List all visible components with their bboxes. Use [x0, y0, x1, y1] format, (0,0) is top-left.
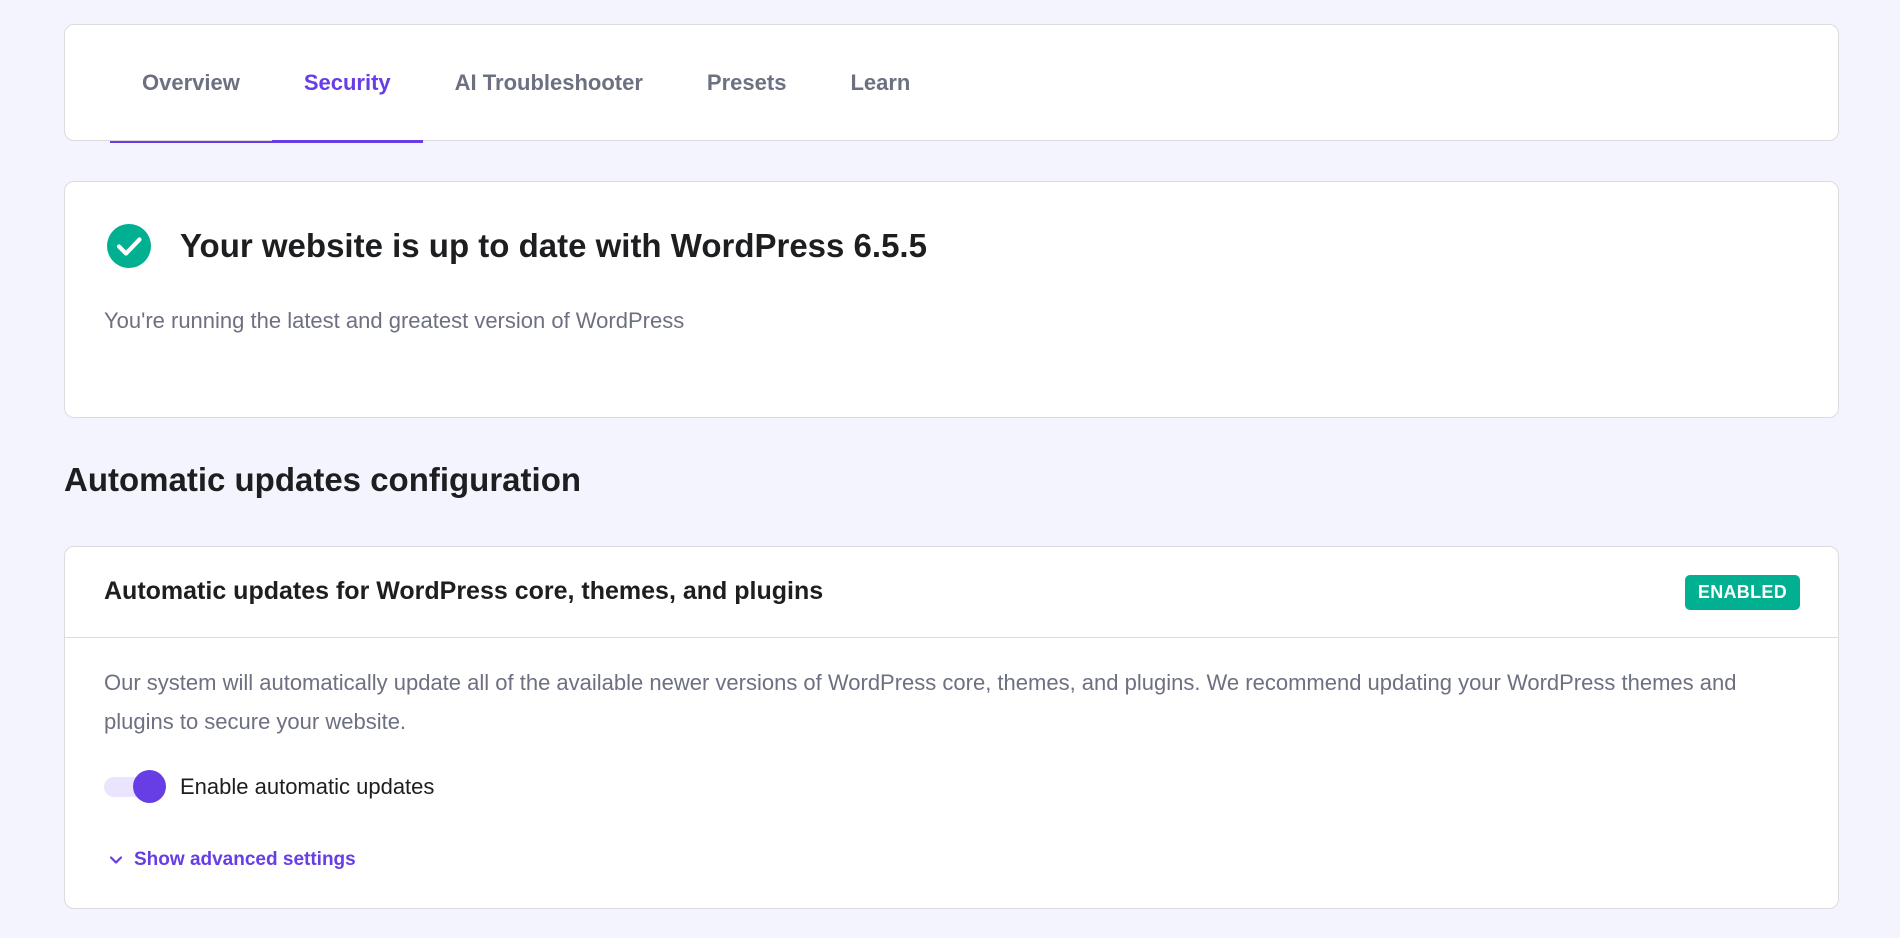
toggle-knob — [133, 770, 166, 803]
enable-automatic-updates-row[interactable]: Enable automatic updates — [104, 769, 434, 805]
tab-overview-label: Overview — [142, 69, 240, 95]
tab-presets-label: Presets — [706, 69, 787, 95]
automatic-updates-header: Automatic updates for WordPress core, th… — [65, 547, 1838, 638]
tab-overview[interactable]: Overview — [110, 25, 272, 143]
tab-bar: Overview Security AI Troubleshooter Pres… — [110, 25, 942, 143]
tab-security-underline — [271, 140, 423, 143]
tab-overview-underline — [110, 141, 272, 143]
automatic-updates-title: Automatic updates for WordPress core, th… — [104, 577, 824, 605]
tab-security[interactable]: Security — [271, 25, 423, 143]
chevron-down-icon — [109, 856, 123, 864]
wordpress-status-card: Your website is up to date with WordPres… — [64, 181, 1839, 418]
status-title: Your website is up to date with WordPres… — [180, 227, 927, 264]
tab-security-label: Security — [303, 69, 391, 95]
tab-learn[interactable]: Learn — [818, 25, 942, 142]
status-badge: ENABLED — [1684, 575, 1800, 610]
show-advanced-settings-link[interactable]: Show advanced settings — [108, 849, 356, 871]
status-subtitle: You're running the latest and greatest v… — [104, 308, 685, 333]
toggle-label: Enable automatic updates — [180, 774, 435, 799]
automatic-updates-card: Automatic updates for WordPress core, th… — [64, 546, 1839, 909]
tab-presets[interactable]: Presets — [675, 25, 819, 142]
section-title: Automatic updates configuration — [64, 461, 582, 498]
tab-ai-troubleshooter-label: AI Troubleshooter — [454, 69, 643, 95]
automatic-updates-toggle[interactable] — [104, 769, 166, 805]
show-advanced-settings-label: Show advanced settings — [134, 849, 356, 870]
tab-learn-label: Learn — [850, 69, 911, 95]
tabs-card: Overview Security AI Troubleshooter Pres… — [64, 24, 1839, 143]
automatic-updates-description: Our system will automatically update all… — [104, 670, 1737, 734]
check-circle-icon — [107, 224, 151, 268]
tab-ai-troubleshooter[interactable]: AI Troubleshooter — [423, 25, 675, 142]
